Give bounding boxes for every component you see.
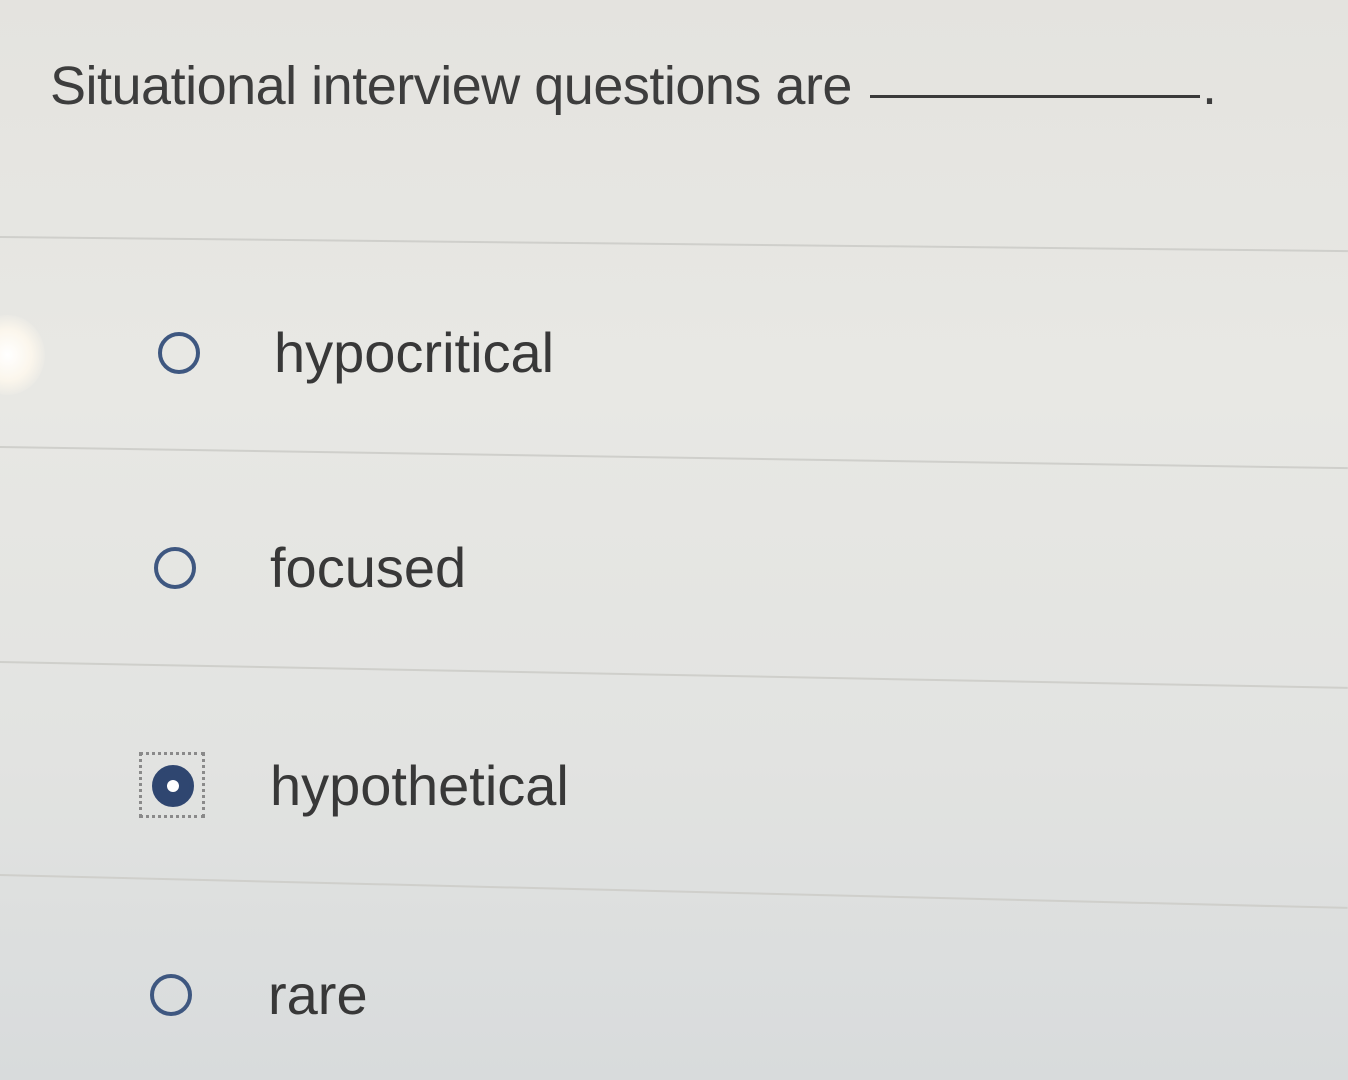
- option-label: hypothetical: [270, 753, 569, 817]
- divider: [0, 874, 1348, 909]
- radio-button[interactable]: [148, 541, 200, 593]
- option-label: hypocritical: [274, 320, 555, 384]
- screen-glare: [0, 315, 45, 395]
- question-period: .: [1201, 56, 1217, 116]
- radio-circle-icon: [150, 974, 192, 1016]
- radio-button-selected[interactable]: [139, 752, 205, 818]
- divider: [0, 236, 1348, 253]
- question-prompt: Situational interview questions are.: [50, 55, 1217, 117]
- radio-button[interactable]: [152, 326, 204, 378]
- option-rare[interactable]: rare: [144, 954, 368, 1034]
- radio-circle-icon: [158, 332, 200, 374]
- radio-circle-icon: [154, 547, 196, 589]
- radio-button[interactable]: [144, 968, 196, 1020]
- divider: [0, 661, 1348, 689]
- question-text: Situational interview questions are: [50, 56, 852, 116]
- option-focused[interactable]: focused: [148, 527, 466, 607]
- option-label: focused: [270, 535, 467, 599]
- option-label: rare: [268, 962, 368, 1026]
- option-hypocritical[interactable]: hypocritical: [152, 312, 554, 392]
- radio-selected-icon: [152, 765, 194, 807]
- answer-blank: [869, 95, 1200, 98]
- option-hypothetical[interactable]: hypothetical: [139, 745, 569, 825]
- divider: [0, 446, 1348, 470]
